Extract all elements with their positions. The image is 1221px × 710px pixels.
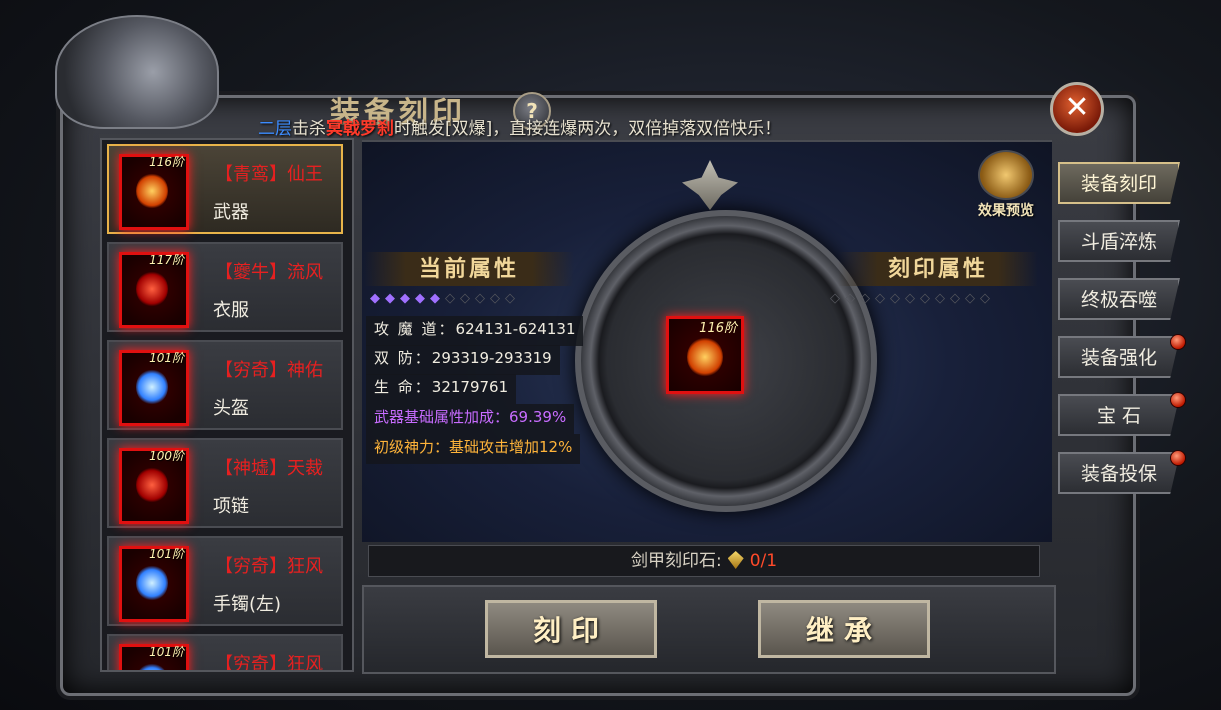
tab-gem[interactable]: 宝 石: [1058, 394, 1180, 436]
current-star-row: ◆◆◆◆◆◇◇◇◇◇: [370, 291, 520, 306]
item-type: 项链: [213, 496, 249, 517]
item-level: 117阶: [149, 253, 184, 267]
engrave-button[interactable]: 刻印: [485, 600, 657, 658]
tab-equip-enhance[interactable]: 装备强化: [1058, 336, 1180, 378]
equipment-item-bracelet-left[interactable]: 101阶 【穷奇】狂风 手镯(左): [107, 536, 343, 626]
engrave-stone-bar: 剑甲刻印石: 0/1: [368, 545, 1040, 577]
notification-dot: [1170, 334, 1186, 350]
effect-preview-button[interactable]: 效果预览: [968, 150, 1044, 222]
broadcast-notice: 二层击杀冥戟罗刹时触发[双爆]，直接连爆两次，双倍掉落双倍快乐！: [258, 114, 781, 139]
item-name: 【穷奇】狂风: [215, 556, 323, 577]
stone-count: 0/1: [749, 551, 778, 571]
necklace-icon: [136, 467, 168, 503]
item-level: 116阶: [149, 155, 184, 169]
equipment-item-weapon[interactable]: 116阶 【青鸾】仙王 武器: [107, 144, 343, 234]
stat-defense: 双 防：293319-293319: [366, 345, 560, 375]
weapon-icon: [687, 337, 723, 377]
armor-icon: [136, 271, 168, 307]
stat-attack: 攻 魔 道：624131-624131: [366, 316, 584, 346]
notice-text-1: 击杀: [292, 119, 326, 139]
tab-shield-temper[interactable]: 斗盾淬炼: [1058, 220, 1180, 262]
stone-label: 剑甲刻印石:: [630, 551, 722, 571]
tab-equip-engrave[interactable]: 装备刻印: [1058, 162, 1180, 204]
notification-dot: [1170, 450, 1186, 466]
equipment-list[interactable]: 116阶 【青鸾】仙王 武器 117阶 【夔牛】流风 衣服 101阶 【穷奇】神…: [100, 138, 354, 672]
notice-boss: 冥戟罗刹: [326, 119, 394, 139]
bracelet-icon: [136, 565, 168, 601]
item-type: 手镯(左): [213, 594, 282, 615]
stone-icon: [727, 551, 744, 569]
stat-bonus: 武器基础属性加成：69.39%: [366, 404, 575, 434]
item-slot: 101阶: [119, 644, 189, 670]
item-slot: 100阶: [119, 448, 189, 524]
equipment-item-necklace[interactable]: 100阶 【神墟】天裁 项链: [107, 438, 343, 528]
stat-hp: 生 命：32179761: [366, 374, 517, 404]
dragon-emblem-icon: [55, 15, 219, 129]
item-slot: 101阶: [119, 546, 189, 622]
helmet-icon: [136, 369, 168, 405]
action-bar: [362, 585, 1056, 674]
item-level: 100阶: [149, 449, 184, 463]
equipment-item-bracelet-right[interactable]: 101阶 【穷奇】狂风: [107, 634, 343, 672]
notice-floor: 二层: [258, 119, 292, 139]
item-name: 【青鸾】仙王: [215, 164, 323, 185]
item-type: 衣服: [213, 300, 249, 321]
item-type: 头盔: [213, 398, 249, 419]
bracelet-icon: [136, 663, 168, 670]
equipment-item-helmet[interactable]: 101阶 【穷奇】神佑 头盔: [107, 340, 343, 430]
magnifier-book-icon: [978, 150, 1034, 200]
item-name: 【穷奇】狂风: [215, 654, 323, 672]
current-attrs-title: 当前属性: [364, 252, 574, 286]
preview-label: 效果预览: [978, 203, 1034, 219]
stat-divine: 初级神力：基础攻击增加12%: [366, 434, 581, 464]
item-slot: 101阶: [119, 350, 189, 426]
notice-text-2: 时触发[双爆]，直接连爆两次，双倍掉落双倍快乐！: [394, 119, 782, 139]
engrave-attrs-title: 刻印属性: [838, 252, 1038, 286]
item-level: 101阶: [149, 351, 184, 365]
item-name: 【神墟】天裁: [215, 458, 323, 479]
item-name: 【夔牛】流风: [215, 262, 323, 283]
item-slot: 117阶: [119, 252, 189, 328]
item-name: 【穷奇】神佑: [215, 360, 323, 381]
item-slot: 116阶: [119, 154, 189, 230]
equipment-item-armor[interactable]: 117阶 【夔牛】流风 衣服: [107, 242, 343, 332]
inherit-button[interactable]: 继承: [758, 600, 930, 658]
weapon-icon: [136, 173, 168, 209]
engrave-star-row: ◇◇◇◇◇◇◇◇◇◇◇: [830, 291, 995, 306]
close-button[interactable]: ✕: [1050, 82, 1104, 136]
tab-equip-insure[interactable]: 装备投保: [1058, 452, 1180, 494]
item-type: 武器: [213, 202, 249, 223]
notification-dot: [1170, 392, 1186, 408]
item-level: 101阶: [149, 645, 184, 659]
engrave-target-slot[interactable]: 116阶: [666, 316, 744, 394]
tab-ultimate-devour[interactable]: 终极吞噬: [1058, 278, 1180, 320]
item-level: 101阶: [149, 547, 184, 561]
target-level: 116阶: [699, 321, 737, 336]
